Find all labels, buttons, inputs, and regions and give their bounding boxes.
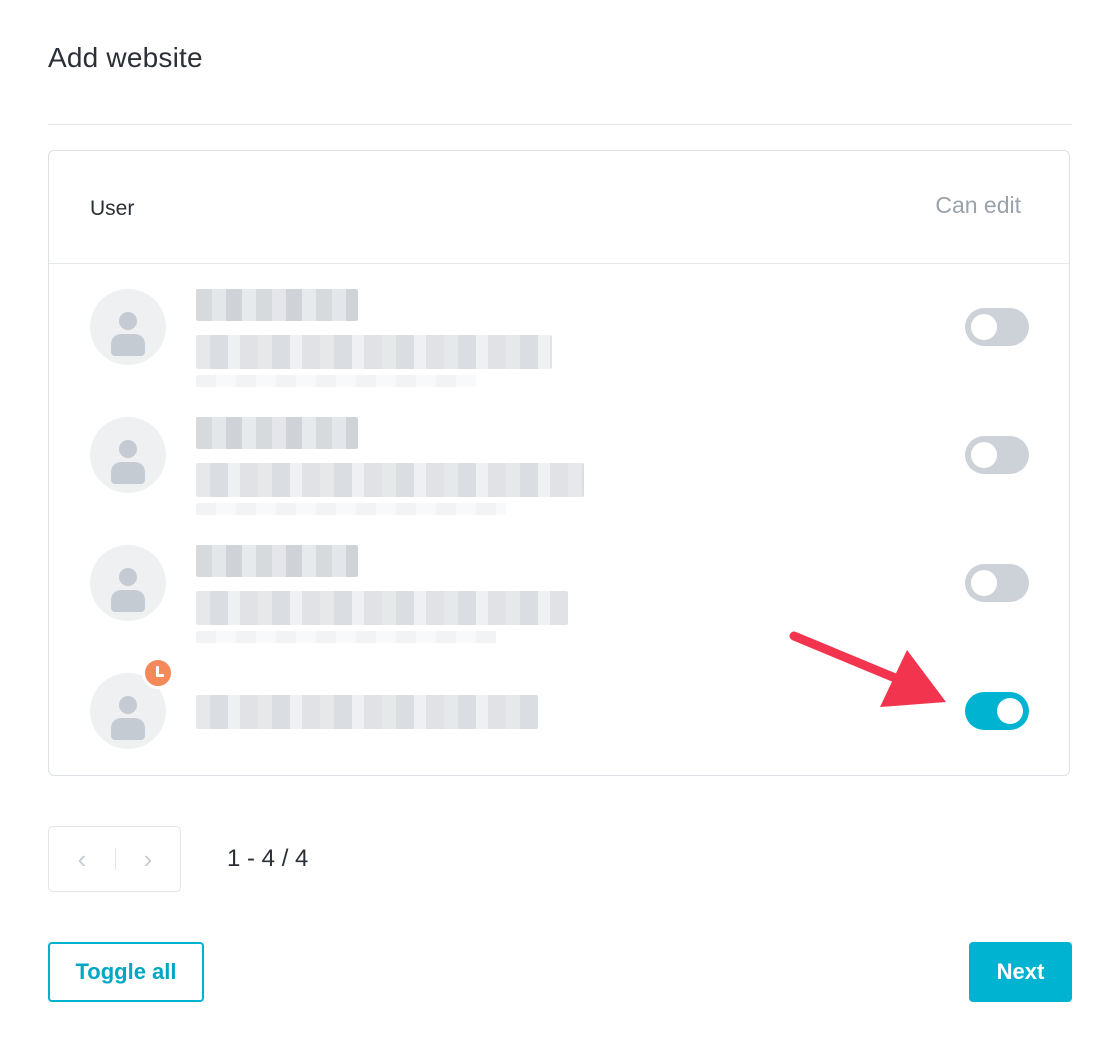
table-header: User Can edit <box>49 151 1069 264</box>
column-header-user: User <box>90 197 135 220</box>
column-header-can-edit: Can edit <box>935 192 1021 218</box>
can-edit-toggle[interactable] <box>965 564 1029 602</box>
user-name-redacted <box>196 417 358 449</box>
title-divider <box>48 124 1072 125</box>
avatar <box>90 289 166 365</box>
redacted-text <box>196 375 476 387</box>
user-icon <box>119 312 137 330</box>
table-row <box>49 263 1069 391</box>
annotation-arrow-icon <box>789 631 946 707</box>
redacted-text <box>196 503 506 515</box>
user-email-redacted <box>196 335 552 369</box>
user-icon <box>119 696 137 714</box>
user-icon <box>119 440 137 458</box>
dialog-title: Add website <box>48 42 203 73</box>
user-email-redacted <box>196 591 568 625</box>
avatar <box>90 545 166 621</box>
can-edit-toggle[interactable] <box>965 692 1029 730</box>
can-edit-toggle[interactable] <box>965 436 1029 474</box>
user-name-redacted <box>196 289 358 321</box>
toggle-all-button[interactable]: Toggle all <box>48 942 204 1002</box>
avatar <box>90 417 166 493</box>
user-name-redacted <box>196 545 358 577</box>
next-button[interactable]: Next <box>969 942 1072 1002</box>
redacted-text <box>196 631 496 643</box>
can-edit-toggle[interactable] <box>965 308 1029 346</box>
user-icon <box>119 568 137 586</box>
clock-icon <box>142 657 174 689</box>
page-range: 1 - 4 / 4 <box>227 845 309 872</box>
user-email-redacted <box>196 695 538 729</box>
add-website-dialog: Add website User Can edit ‹ › 1 - 4 / 4 … <box>0 0 1118 1044</box>
chevron-right-icon[interactable]: › <box>115 827 181 891</box>
pagination-control: ‹ › <box>48 826 181 892</box>
chevron-left-icon[interactable]: ‹ <box>49 827 115 891</box>
table-row <box>49 391 1069 519</box>
user-email-redacted <box>196 463 584 497</box>
